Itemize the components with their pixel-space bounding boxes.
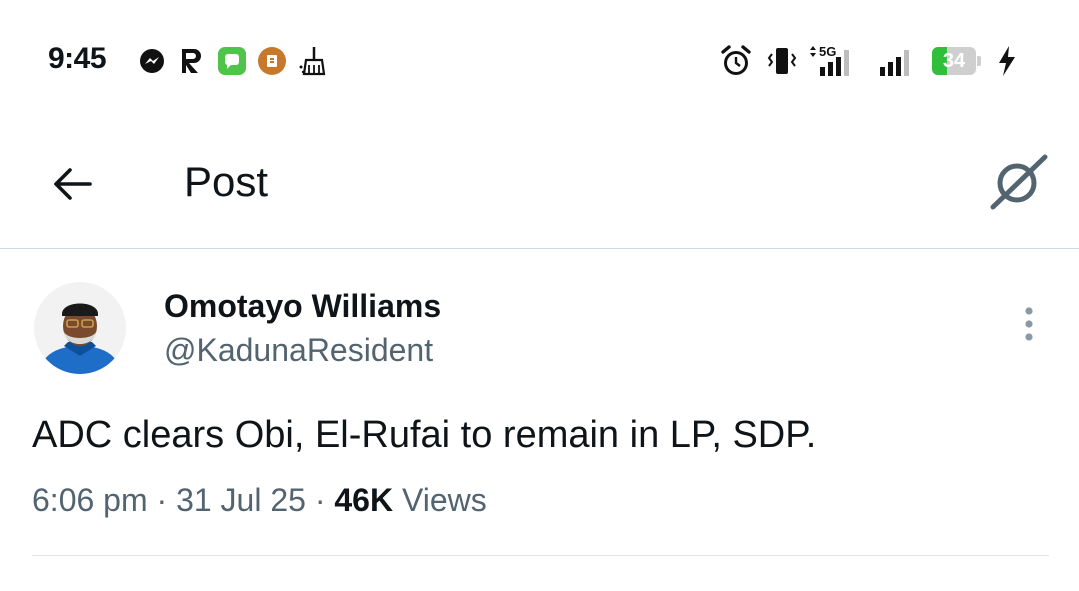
views-count[interactable]: 46K (334, 482, 393, 518)
author-name[interactable]: Omotayo Williams (164, 288, 441, 325)
back-arrow-icon (54, 168, 92, 200)
header-divider (0, 248, 1079, 249)
post-date[interactable]: 31 Jul 25 (176, 482, 306, 518)
avatar[interactable] (34, 282, 126, 374)
meta-separator: · (314, 482, 326, 518)
post-metadata: 6:06 pm · 31 Jul 25 · 46K Views (32, 482, 487, 519)
grok-button[interactable] (986, 150, 1050, 214)
more-vertical-icon (1025, 307, 1033, 341)
more-options-button[interactable] (1012, 302, 1046, 346)
post-divider (32, 555, 1049, 556)
meta-separator: · (156, 482, 168, 518)
alarm-icon (718, 45, 754, 76)
vibrate-icon (764, 46, 800, 76)
messenger-icon (137, 46, 167, 76)
network-type-label: 5G (819, 44, 836, 59)
views-label[interactable]: Views (402, 482, 487, 518)
charging-icon (994, 46, 1020, 76)
battery-icon: 34 (932, 47, 981, 75)
notification-app-icon (256, 46, 288, 76)
cleaner-icon (296, 46, 332, 76)
battery-percent: 34 (942, 50, 966, 72)
messages-icon (216, 46, 248, 76)
author-handle[interactable]: @KadunaResident (164, 332, 433, 369)
back-button[interactable] (44, 156, 100, 212)
post-time[interactable]: 6:06 pm (32, 482, 148, 518)
page-title: Post (184, 158, 269, 205)
top-app-bar: Post (0, 120, 1079, 248)
signal-icon (878, 42, 920, 78)
status-time: 9:45 (48, 42, 107, 75)
signal-icon: 5G (806, 42, 868, 78)
r-app-icon (176, 46, 208, 76)
post-text: ADC clears Obi, El-Rufai to remain in LP… (32, 414, 817, 456)
status-bar: 9:45 5G 34 (0, 0, 1079, 120)
grok-icon (990, 154, 1048, 210)
